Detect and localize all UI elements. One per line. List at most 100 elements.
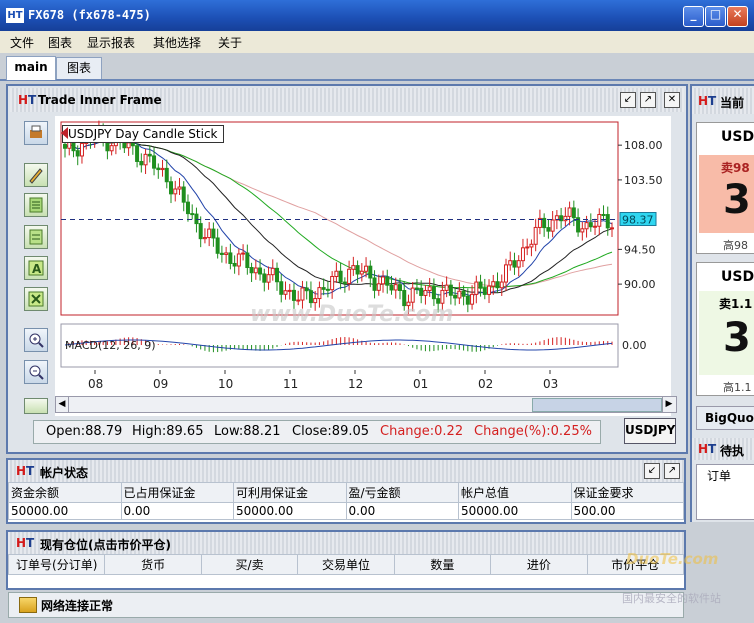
table-tool-button[interactable] [24, 225, 48, 249]
candle-body [372, 277, 377, 291]
candle-body [130, 142, 135, 147]
candle-body [325, 288, 330, 291]
scroll-left-icon[interactable]: ◀ [56, 397, 69, 412]
x-tick-label: 01 [413, 377, 428, 391]
symbol-button[interactable]: USDJPY [624, 418, 676, 444]
candle-body [283, 290, 288, 295]
bigquote-label: BigQuot [705, 411, 754, 425]
account-minimize-button[interactable]: ↙ [644, 463, 660, 479]
candle-body [245, 252, 250, 269]
candle-body [202, 237, 207, 240]
candle-body [393, 284, 398, 291]
candle-body [236, 253, 241, 267]
candle-body [185, 201, 190, 215]
candle-body [419, 287, 424, 296]
account-panel: HT 帐户状态 ↙ ↗ 资金余额 已占用保证金 可利用保证金 盈/亏金额 帐户总… [6, 458, 686, 524]
menu-report[interactable]: 显示报表 [87, 34, 135, 51]
candle-body [431, 286, 436, 300]
candle-body [75, 150, 80, 157]
export-tool-button[interactable] [24, 398, 48, 414]
candle-body [253, 267, 258, 274]
quote-card-1[interactable]: USD 卖98 3 高98 [696, 122, 754, 254]
positions-col-entry[interactable]: 进价 [490, 554, 588, 575]
candle-body [198, 223, 203, 240]
right-panel-title: 当前 [720, 96, 745, 110]
positions-col-currency[interactable]: 货币 [104, 554, 202, 575]
scroll-right-icon[interactable]: ▶ [662, 397, 675, 412]
y-tick-label: 108.00 [624, 139, 663, 152]
candle-body [448, 284, 453, 296]
positions-col-order[interactable]: 订单号(分订单) [7, 554, 106, 575]
pencil-tool-button[interactable] [24, 163, 48, 187]
chart-legend: USDJPY Day Candle Stick [62, 125, 224, 143]
candle-body [296, 299, 301, 302]
pending-header: HT 待执 [692, 438, 754, 460]
candle-body [359, 270, 364, 275]
menu-chart[interactable]: 图表 [48, 34, 72, 51]
candle-body [173, 188, 178, 195]
positions-col-side[interactable]: 买/卖 [200, 554, 299, 575]
quote-card-2[interactable]: USD 卖1.1 3 高1.1 [696, 262, 754, 396]
right-panel: HT 当前 USD 卖98 3 高98 USD 卖1.1 3 高1.1 BigQ… [690, 84, 754, 522]
minimize-button[interactable]: _ [683, 6, 704, 27]
candle-body [516, 260, 521, 268]
pending-table: 订单 [696, 464, 754, 520]
app-logo: HT [6, 8, 24, 23]
tab-chart[interactable]: 图表 [56, 57, 102, 79]
price-chart[interactable]: 108.00 103.50 94.50 90.00 98.37 MACD(12, 26… [55, 116, 671, 416]
delete-tool-button[interactable] [24, 287, 48, 311]
candle-body [389, 284, 394, 291]
candle-body [487, 285, 492, 295]
candle-body [385, 276, 390, 286]
candle-body [300, 287, 305, 301]
list-tool-button[interactable] [24, 193, 48, 217]
candle-body [355, 265, 360, 275]
change-pct-value: Change(%):0.25% [474, 424, 592, 439]
quote1-sell-box[interactable]: 卖98 3 [699, 155, 754, 233]
candle-body [224, 252, 229, 255]
close-button[interactable]: ✕ [727, 6, 748, 27]
candle-body [546, 227, 551, 232]
candle-body [465, 295, 470, 305]
zoom-in-icon[interactable] [24, 328, 48, 352]
scroll-thumb[interactable] [532, 398, 662, 412]
candle-body [334, 270, 339, 278]
account-margin-req: 500.00 [570, 502, 684, 520]
candle-body [169, 181, 174, 195]
candle-body [228, 252, 233, 264]
account-header: HT 帐户状态 ↙ ↗ [8, 460, 684, 482]
title-bar: HT FX678 (fx678-475) _ □ ✕ [0, 0, 754, 31]
bigquote-button[interactable]: BigQuot [696, 406, 754, 430]
close-value: Close:89.05 [292, 424, 370, 439]
account-used-margin: 0.00 [120, 502, 234, 520]
print-tool-button[interactable] [24, 121, 48, 145]
candle-body [241, 252, 246, 255]
account-maximize-button[interactable]: ↗ [664, 463, 680, 479]
quote2-sell-box[interactable]: 卖1.1 3 [699, 291, 754, 375]
status-bar: 网络连接正常 [8, 592, 684, 618]
chart-scrollbar[interactable]: ◀ ▶ [55, 396, 677, 413]
text-tool-button[interactable]: A [24, 256, 48, 280]
tab-main[interactable]: main [6, 56, 56, 80]
positions-col-qty[interactable]: 数量 [393, 554, 492, 575]
maximize-button[interactable]: □ [705, 6, 726, 27]
frame-maximize-button[interactable]: ↗ [640, 92, 656, 108]
frame-close-button[interactable]: ✕ [664, 92, 680, 108]
menu-file[interactable]: 文件 [10, 34, 34, 51]
zoom-out-icon[interactable] [24, 360, 48, 384]
y-tick-label: 94.50 [624, 243, 656, 256]
frame-minimize-button[interactable]: ↙ [620, 92, 636, 108]
menu-about[interactable]: 关于 [218, 34, 242, 51]
menu-options[interactable]: 其他选择 [153, 34, 201, 51]
x-tick-label: 09 [153, 377, 168, 391]
account-title: 帐户状态 [40, 466, 89, 480]
candle-body [232, 262, 237, 267]
candle-body [567, 207, 572, 217]
candle-body [177, 186, 182, 190]
candle-body [258, 267, 263, 275]
ht-icon: HT [698, 442, 717, 456]
candle-body [139, 160, 144, 166]
positions-col-unit[interactable]: 交易单位 [297, 554, 395, 575]
positions-title: 现有仓位(点击市价平仓) [40, 538, 171, 552]
right-panel-header: HT 当前 [692, 88, 754, 114]
